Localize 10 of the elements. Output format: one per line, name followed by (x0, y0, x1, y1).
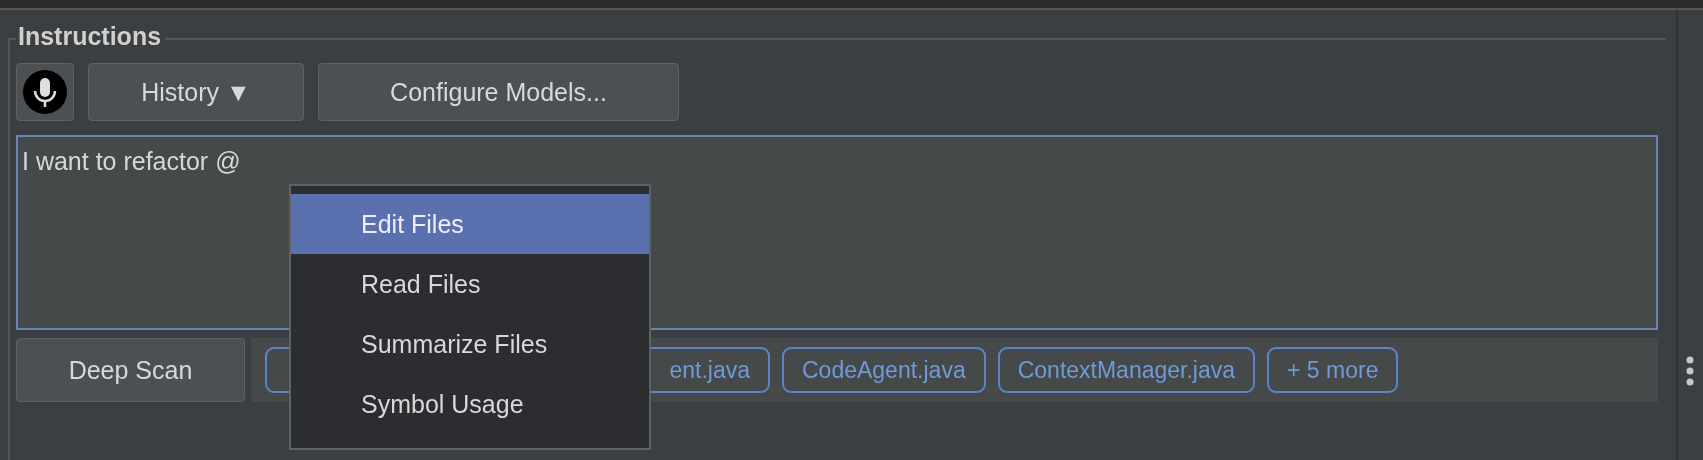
microphone-button[interactable] (16, 63, 74, 121)
more-icon[interactable] (1686, 356, 1694, 386)
file-chip[interactable]: ContextManager.java (997, 347, 1256, 393)
file-chip[interactable]: + 5 more (1267, 347, 1399, 393)
history-button[interactable]: History ▼ (88, 63, 304, 121)
file-chip[interactable]: CodeAgent.java (782, 347, 986, 393)
deep-scan-button[interactable]: Deep Scan (16, 338, 245, 402)
menu-item[interactable]: Edit Files (291, 194, 649, 254)
configure-models-button[interactable]: Configure Models... (318, 63, 679, 121)
menu-item[interactable]: Read Files (291, 254, 649, 314)
